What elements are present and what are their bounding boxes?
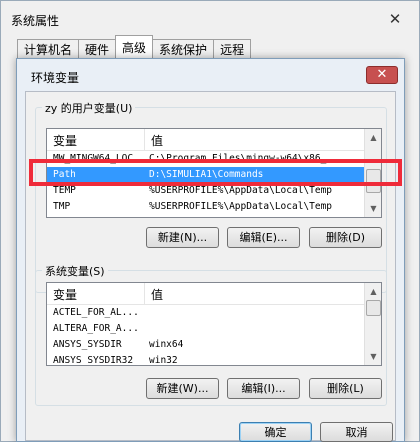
close-icon[interactable]: ✕ [379, 9, 411, 29]
list-item[interactable]: TMP %USERPROFILE%\AppData\Local\Temp [47, 199, 381, 215]
var-name: ALTERA_FOR_A... [53, 323, 139, 334]
user-edit-button[interactable]: 编辑(E)... [227, 227, 300, 248]
dialog-title: 环境变量 [31, 71, 80, 85]
list-item[interactable]: ALTERA_FOR_A... [47, 321, 381, 337]
var-value: %USERPROFILE%\AppData\Local\Temp [149, 201, 333, 212]
column-variable[interactable]: 变量 [47, 283, 145, 304]
column-value[interactable]: 值 [145, 283, 381, 304]
annotation-highlight-box [29, 159, 402, 186]
var-name: ANSYS_SYSDIR32 [53, 355, 134, 366]
tab-bar: 计算机名 硬件 高级 系统保护 远程 [17, 35, 252, 59]
scroll-up-icon[interactable]: ▲ [365, 129, 381, 146]
cancel-button[interactable]: 取消 [320, 422, 393, 442]
var-value [145, 305, 149, 321]
system-edit-button[interactable]: 编辑(I)... [227, 378, 300, 399]
dialog-body: zy 的用户变量(U) 变量 值 MW_MINGW64_LOC C:\Progr… [25, 91, 396, 442]
tab-advanced[interactable]: 高级 [115, 35, 154, 59]
column-value[interactable]: 值 [145, 129, 381, 150]
system-new-button[interactable]: 新建(W)... [146, 378, 219, 399]
list-header: 变量 值 [47, 129, 381, 151]
vertical-scrollbar[interactable]: ▲ ▼ [364, 283, 381, 365]
var-value [145, 321, 149, 337]
tab-remote[interactable]: 远程 [213, 39, 252, 59]
var-value: winx64 [149, 339, 184, 350]
list-item[interactable]: ACTEL_FOR_AL... [47, 305, 381, 321]
var-name: ANSYS_SYSDIR [53, 339, 122, 350]
scroll-down-icon[interactable]: ▼ [365, 200, 381, 217]
ok-button[interactable]: 确定 [239, 422, 312, 442]
environment-variables-dialog: 环境变量 ✕ zy 的用户变量(U) 变量 值 MW_MINGW64_LOC C… [16, 58, 405, 442]
var-name: TMP [53, 201, 71, 212]
scroll-down-icon[interactable]: ▼ [365, 348, 381, 365]
tab-computer-name[interactable]: 计算机名 [17, 39, 80, 59]
scroll-thumb[interactable] [366, 300, 381, 316]
user-variables-label: zy 的用户变量(U) [42, 100, 136, 116]
tab-system-protection[interactable]: 系统保护 [152, 39, 215, 59]
user-new-button[interactable]: 新建(N)... [146, 227, 219, 248]
dialog-close-button[interactable]: ✕ [366, 66, 398, 84]
var-value: win32 [149, 355, 178, 366]
column-variable[interactable]: 变量 [47, 129, 145, 150]
tab-hardware[interactable]: 硬件 [78, 39, 117, 59]
system-variables-list[interactable]: 变量 值 ACTEL_FOR_AL... ALTERA_FOR_A... ANS… [46, 282, 382, 366]
system-delete-button[interactable]: 删除(L) [309, 378, 382, 399]
user-delete-button[interactable]: 删除(D) [309, 227, 382, 248]
system-variables-label: 系统变量(S) [42, 263, 108, 279]
window-title: 系统属性 [11, 14, 60, 28]
list-header: 变量 值 [47, 283, 381, 305]
scroll-up-icon[interactable]: ▲ [365, 283, 381, 300]
list-item[interactable]: ANSYS_SYSDIR32 win32 [47, 353, 381, 366]
var-name: ACTEL_FOR_AL... [53, 307, 139, 318]
list-item[interactable]: ANSYS_SYSDIR winx64 [47, 337, 381, 353]
